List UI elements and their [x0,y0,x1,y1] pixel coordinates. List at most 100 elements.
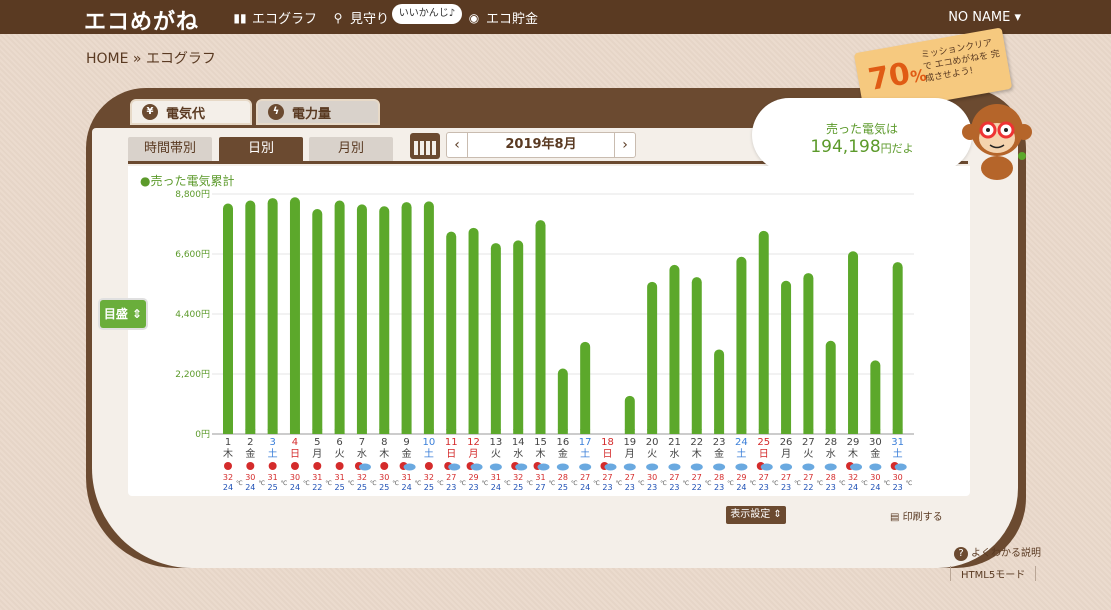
yen-icon: ¥ [142,104,158,120]
tab-electricity-amount[interactable]: ϟ 電力量 [256,99,380,125]
subtab-monthly[interactable]: 月別 [309,137,393,161]
bar-base [267,429,278,434]
x-day-label: 14 [512,437,525,448]
scale-toggle-button[interactable]: 目盛 ⇕ [100,300,146,328]
tab-electricity-amount-label: 電力量 [292,106,332,122]
bar [736,256,747,434]
bar-base [356,429,367,434]
help-icon: ? [954,547,968,561]
temp-unit: ℃ [772,480,779,487]
temp-unit: ℃ [459,480,466,487]
x-day-label: 16 [556,437,569,448]
x-day-label: 8 [381,437,387,448]
calendar-icon[interactable] [410,133,440,159]
bar-base [781,429,792,434]
bar [758,230,769,434]
sun-icon [335,462,344,470]
x-day-label: 13 [490,437,503,448]
temp-unit: ℃ [593,480,600,487]
user-menu[interactable]: NO NAME ▾ [948,10,1021,25]
nav-mimamori[interactable]: ⚲ 見守り [330,8,389,28]
bar-base [803,429,814,434]
temp-low: 25 [357,483,367,492]
tab-electricity-cost-label: 電気代 [166,106,206,122]
bar-base [312,429,323,434]
bar [647,281,658,434]
umbrella-icon [824,463,837,471]
temp-low: 23 [893,483,903,492]
bar-base [446,429,457,434]
temp-unit: ℃ [504,480,511,487]
bar-base [669,429,680,434]
x-day-label: 18 [601,437,614,448]
help-link[interactable]: ? よくわかる説明 [954,544,1041,561]
x-day-label: 22 [690,437,703,448]
temp-low: 25 [268,483,278,492]
x-weekday-label: 月 [625,448,635,460]
bar-base [379,429,390,434]
x-weekday-label: 金 [714,447,724,460]
mission-text: ミッションクリアで エコめがねを 完成させよう! [920,38,1001,85]
temp-high: 29 [736,473,746,482]
app-logo[interactable]: エコめがね [84,4,199,36]
temp-low: 23 [602,483,612,492]
y-tick-label: 4,400円 [175,309,210,320]
lightning-icon: ϟ [268,104,284,120]
display-settings-button[interactable]: 表示設定 ⇕ [726,506,786,524]
x-day-label: 27 [802,437,815,448]
temp-high: 28 [826,473,836,482]
subtab-daily[interactable]: 日別 [219,137,303,161]
bar-base [892,429,903,434]
bar [803,273,814,434]
temp-high: 27 [803,473,813,482]
sun-icon [313,462,322,470]
nav-eco-graph[interactable]: ▮▮ エコグラフ [232,8,317,28]
cloud-icon [604,463,617,471]
sold-electricity-value: 194,198円だよ [810,137,914,157]
x-weekday-label: 日 [759,449,769,460]
bar [356,204,367,434]
x-day-label: 6 [336,437,342,448]
cloud-icon [690,463,703,471]
cloud-icon [713,463,726,471]
cloud-icon [869,463,882,471]
x-weekday-label: 木 [848,448,858,460]
temp-high: 32 [848,473,858,482]
cloud-icon [760,463,773,471]
x-weekday-label: 月 [781,448,791,460]
temp-low: 23 [647,483,657,492]
temp-unit: ℃ [526,480,533,487]
x-weekday-label: 水 [826,448,836,460]
bar-base [513,429,524,434]
temp-unit: ℃ [861,480,868,487]
x-day-label: 25 [757,437,770,448]
sold-electricity-bubble: 売った電気は 194,198円だよ [752,98,972,172]
bar [245,200,256,434]
x-day-label: 17 [579,437,592,448]
print-button[interactable]: ▤ 印刷する [890,508,943,523]
x-day-label: 24 [735,437,748,448]
nav-eco-savings[interactable]: ◉ エコ貯金 [466,8,538,28]
bar-base [870,429,881,434]
prev-month-button[interactable]: ‹ [447,133,467,157]
cloud-icon [623,463,636,471]
sold-electricity-label: 売った電気は [825,122,898,136]
bar [580,341,591,434]
bar [446,231,457,434]
cloud-icon [735,463,748,471]
html5-mode-link[interactable]: HTML5モード [950,566,1037,581]
temp-unit: ℃ [883,480,890,487]
temp-unit: ℃ [906,480,913,487]
x-weekday-label: 金 [245,447,255,460]
next-month-button[interactable]: › [615,133,635,157]
tab-electricity-cost[interactable]: ¥ 電気代 [130,99,252,125]
temp-unit: ℃ [660,480,667,487]
x-day-label: 20 [646,437,659,448]
x-weekday-label: 水 [357,448,367,460]
cloud-icon [668,463,681,471]
temp-high: 27 [602,473,612,482]
temp-low: 24 [870,483,880,492]
temp-high: 32 [357,473,367,482]
subtab-hourly[interactable]: 時間帯別 [128,137,212,161]
temp-high: 31 [312,473,322,482]
